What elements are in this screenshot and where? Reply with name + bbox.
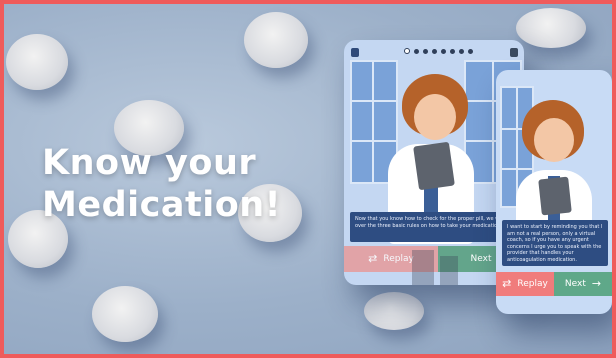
doctor-face <box>414 94 456 140</box>
progress-step <box>441 48 446 54</box>
next-label: Next <box>470 254 492 264</box>
clipboard-icon <box>538 176 572 216</box>
doctor-face <box>534 118 574 162</box>
pill-image <box>6 34 68 90</box>
headline: Know your Medication! <box>42 142 281 226</box>
progress-step <box>404 48 410 54</box>
progress-indicator <box>404 48 473 54</box>
replay-label: Replay <box>383 254 414 264</box>
pill-image <box>364 292 424 330</box>
pill-shadow <box>412 250 434 285</box>
progress-step <box>468 48 473 54</box>
next-label: Next <box>564 279 586 289</box>
promo-banner: Know your Medication! Now that you know … <box>0 0 616 358</box>
pill-image <box>92 286 158 342</box>
replay-button[interactable]: ⇄ Replay <box>496 272 554 296</box>
progress-step <box>450 48 455 54</box>
dialog-box: I want to start by reminding you that I … <box>502 220 608 266</box>
progress-step <box>423 48 428 54</box>
dialog-box: Now that you know how to check for the p… <box>350 212 518 242</box>
replay-icon: ⇄ <box>502 277 512 290</box>
app-screen-front: I want to start by reminding you that I … <box>496 70 612 314</box>
arrow-right-icon: → <box>591 277 602 290</box>
progress-step <box>414 48 419 54</box>
trash-icon[interactable] <box>510 48 518 57</box>
dialog-text: I want to start by reminding you that I … <box>507 224 603 263</box>
replay-label: Replay <box>517 279 548 289</box>
clipboard-icon <box>413 141 455 191</box>
replay-icon: ⇄ <box>368 252 378 265</box>
pill-image <box>244 12 308 68</box>
headline-line2: Medication! <box>42 185 282 225</box>
progress-step <box>459 48 464 54</box>
pill-shadow <box>440 256 458 285</box>
dialog-text: Now that you know how to check for the p… <box>355 216 512 229</box>
pill-image <box>516 8 586 48</box>
next-button[interactable]: Next → <box>554 272 612 296</box>
progress-step <box>432 48 437 54</box>
menu-icon[interactable] <box>351 48 359 57</box>
headline-line1: Know your <box>42 143 257 183</box>
